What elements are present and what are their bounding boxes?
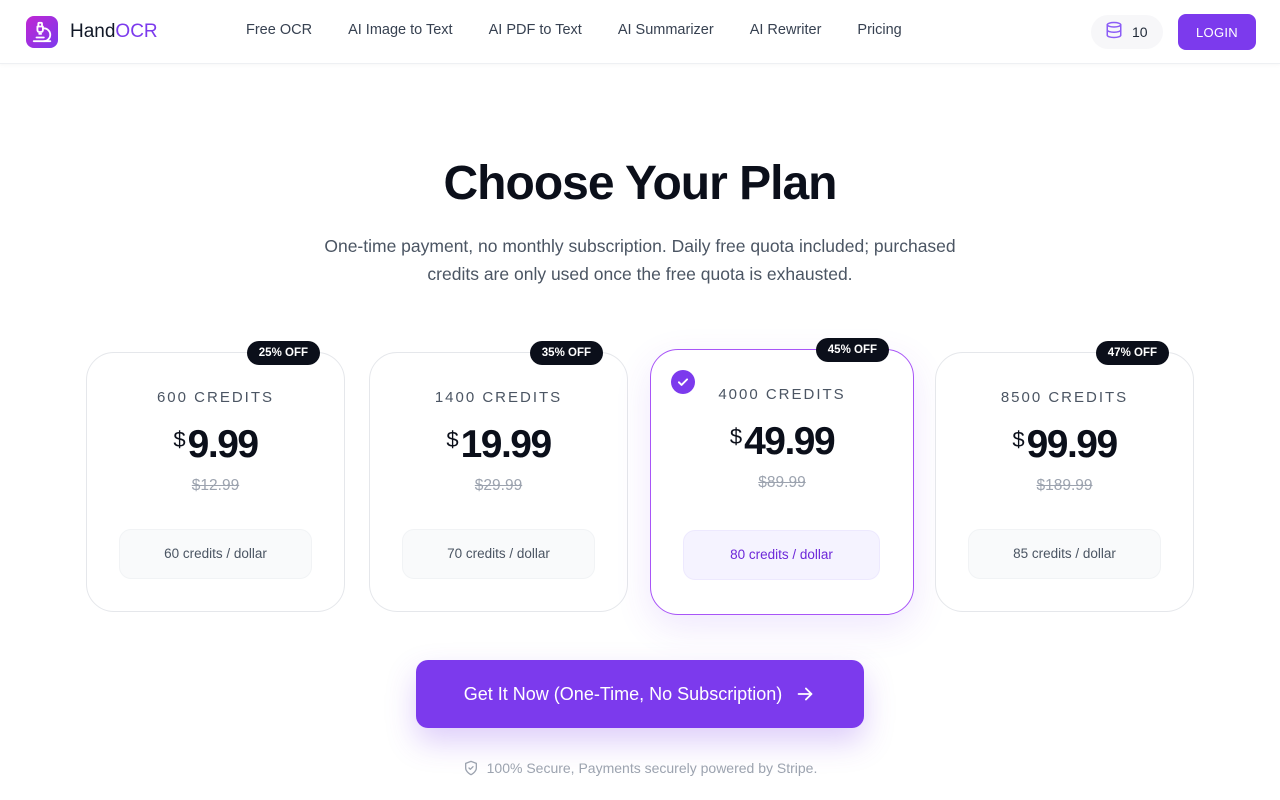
original-price: $89.99 [758,474,806,491]
discount-badge: 45% OFF [815,338,889,362]
nav-ai-pdf-to-text[interactable]: AI PDF to Text [489,22,582,38]
credits-balance[interactable]: 10 [1091,15,1163,49]
credits-per-dollar: 80 credits / dollar [683,530,880,580]
plan-card-1400[interactable]: 35% OFF 1400 CREDITS $19.99 $29.99 70 cr… [369,341,628,612]
secure-payment-note: 100% Secure, Payments securely powered b… [0,760,1280,776]
plan-credits-label: 600 CREDITS [156,389,275,406]
plan-card-600[interactable]: 25% OFF 600 CREDITS $9.99 $12.99 60 cred… [86,341,345,612]
page-subtitle: One-time payment, no monthly subscriptio… [324,236,956,284]
secure-text: 100% Secure, Payments securely powered b… [486,760,818,776]
brand-name-main: Hand [70,21,116,42]
brand-name: HandOCR [70,21,158,43]
get-it-now-button[interactable]: Get It Now (One-Time, No Subscription) [416,660,864,728]
credits-per-dollar: 70 credits / dollar [402,529,595,579]
original-price: $189.99 [1036,477,1093,494]
price-amount: 9.99 [187,423,259,466]
credits-per-dollar: 60 credits / dollar [119,529,312,579]
arrow-right-icon [794,683,816,705]
brand-logo[interactable]: HandOCR [26,16,158,48]
nav-ai-image-to-text[interactable]: AI Image to Text [348,22,453,38]
currency-symbol: $ [729,424,743,449]
credits-count: 10 [1132,24,1148,40]
credits-per-dollar: 85 credits / dollar [968,529,1161,579]
brand-name-accent: OCR [115,21,158,42]
database-icon [1105,21,1123,44]
main-nav: Free OCR AI Image to Text AI PDF to Text… [246,22,938,38]
nav-pricing[interactable]: Pricing [857,22,901,38]
original-price: $29.99 [474,477,523,494]
currency-symbol: $ [173,427,186,452]
cta-label: Get It Now (One-Time, No Subscription) [463,683,783,704]
discount-badge: 35% OFF [529,341,603,365]
discount-badge: 47% OFF [1095,341,1169,365]
plan-card-4000-selected[interactable]: 45% OFF 4000 CREDITS $49.99 $89.99 80 cr… [650,338,914,615]
microscope-icon [26,16,58,48]
original-price: $12.99 [191,477,240,494]
plan-price: $9.99 [87,423,344,467]
plan-price: $49.99 [651,420,913,464]
currency-symbol: $ [446,427,459,452]
plan-card-8500[interactable]: 47% OFF 8500 CREDITS $99.99 $189.99 85 c… [935,341,1194,612]
plan-price: $99.99 [936,423,1193,467]
price-amount: 99.99 [1026,423,1119,466]
login-button[interactable]: LOGIN [1178,14,1256,50]
discount-badge: 25% OFF [246,341,320,365]
plan-credits-label: 8500 CREDITS [1000,389,1129,406]
plan-credits-label: 1400 CREDITS [434,389,563,406]
plan-price: $19.99 [370,423,627,467]
nav-ai-summarizer[interactable]: AI Summarizer [618,22,714,38]
price-amount: 49.99 [744,420,836,463]
nav-ai-rewriter[interactable]: AI Rewriter [750,22,822,38]
currency-symbol: $ [1012,427,1025,452]
nav-free-ocr[interactable]: Free OCR [246,22,312,38]
price-amount: 19.99 [460,423,553,466]
plan-credits-label: 4000 CREDITS [718,386,846,403]
page-title: Choose Your Plan [443,157,838,210]
shield-check-icon [463,760,479,776]
top-navbar: HandOCR Free OCR AI Image to Text AI PDF… [0,0,1280,64]
